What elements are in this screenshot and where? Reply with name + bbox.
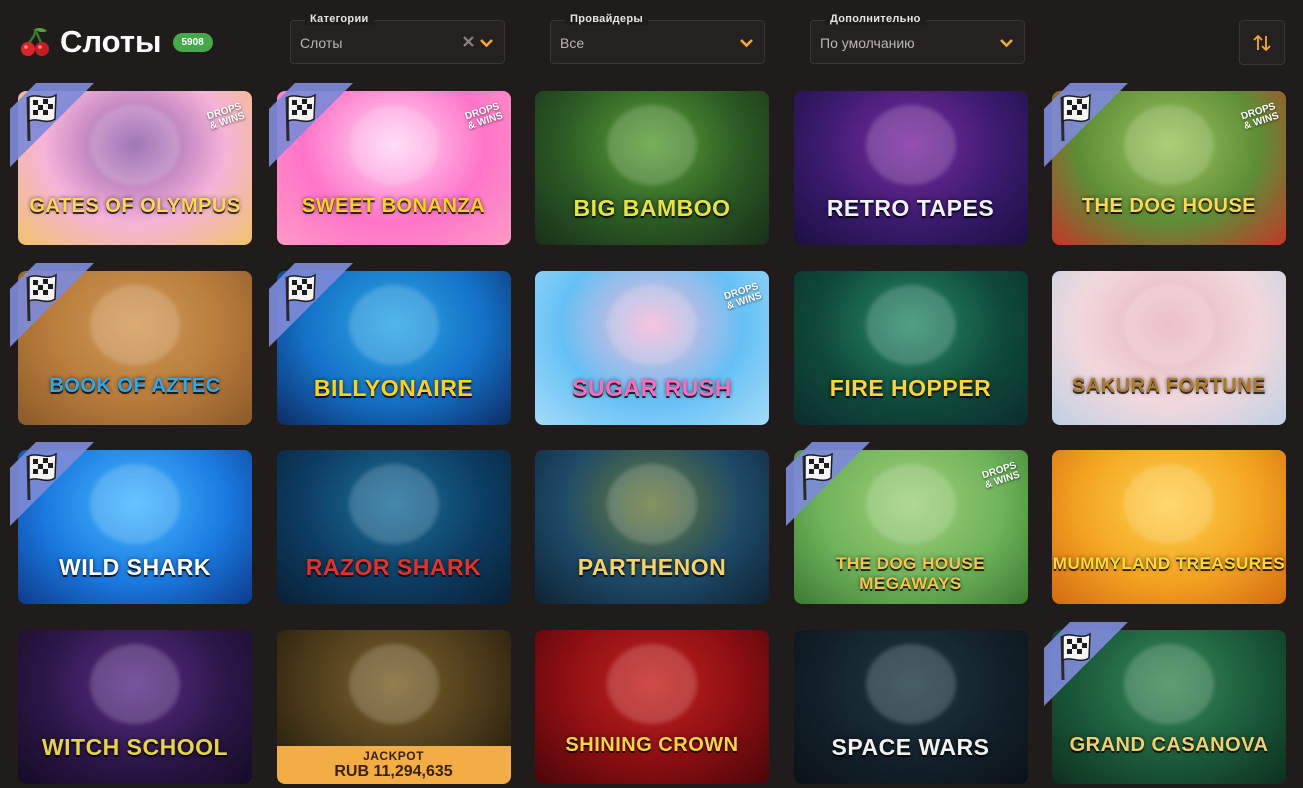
- game-tile[interactable]: MUMMYLAND TREASURES: [1052, 450, 1286, 604]
- cherry-icon: [18, 25, 52, 59]
- game-tile[interactable]: SHINING CROWN: [535, 629, 769, 784]
- game-artwork: [865, 284, 956, 365]
- category-filter-label: Категории: [305, 13, 374, 25]
- game-artwork: [90, 464, 180, 544]
- game-artwork: [1124, 464, 1214, 544]
- tournament-flag-icon: [10, 83, 94, 167]
- game-title: BIG BAMBOO: [573, 195, 731, 221]
- game-title: SHINING CROWN: [565, 733, 739, 756]
- game-tile[interactable]: RAZOR SHARK: [276, 450, 511, 604]
- game-artwork: [865, 105, 956, 185]
- game-tile[interactable]: FIRE HOPPER: [793, 270, 1028, 425]
- page-title: Слоты: [60, 24, 162, 59]
- game-tile[interactable]: SPACE WARS: [793, 629, 1028, 784]
- title-area: Слоты 5908: [18, 22, 213, 62]
- game-title: PARTHENON: [577, 554, 727, 580]
- tournament-flag-icon: [1044, 621, 1128, 706]
- provider-filter[interactable]: Провайдеры Все: [550, 13, 765, 64]
- game-artwork: [607, 284, 697, 365]
- game-title: SAKURA FORTUNE: [1071, 374, 1267, 397]
- game-tile[interactable]: Sugar Rush DROPS & WINS: [535, 270, 769, 425]
- game-title: FIRE HOPPER: [829, 374, 992, 401]
- sort-filter-value: По умолчанию: [820, 35, 915, 51]
- game-tile[interactable]: SAKURA FORTUNE: [1052, 270, 1286, 425]
- drops-wins-badge: DROPS & WINS: [464, 101, 505, 132]
- sort-order-button[interactable]: [1239, 20, 1285, 65]
- game-count-badge: 5908: [172, 32, 213, 52]
- game-artwork: [348, 464, 439, 544]
- sort-filter[interactable]: Дополнительно По умолчанию: [810, 13, 1025, 64]
- game-tile[interactable]: WITCH SCHOOL: [18, 629, 252, 784]
- game-artwork: [607, 643, 697, 724]
- sort-filter-label: Дополнительно: [825, 13, 926, 25]
- game-title: WITCH SCHOOL: [41, 733, 229, 760]
- game-artwork: [90, 284, 180, 365]
- game-tile[interactable]: RETRO TAPES: [793, 91, 1028, 245]
- clear-icon[interactable]: [461, 34, 476, 49]
- game-tile[interactable]: JACKPOT RUB 11,294,635: [276, 629, 511, 784]
- tournament-flag-icon: [268, 262, 353, 347]
- jackpot-label: JACKPOT: [363, 748, 424, 763]
- game-artwork: [865, 464, 956, 544]
- game-artwork: [1124, 643, 1214, 724]
- game-artwork: [1124, 284, 1214, 365]
- chevron-down-icon: [480, 39, 493, 48]
- tournament-flag-icon: [268, 83, 353, 167]
- provider-filter-label: Провайдеры: [565, 13, 649, 25]
- tournament-flag-icon: [785, 442, 870, 526]
- game-tile[interactable]: BIG BAMBOO: [535, 91, 769, 245]
- game-title: SPACE WARS: [831, 733, 990, 760]
- sort-arrows-icon: [1253, 34, 1271, 51]
- chevron-down-icon: [1000, 39, 1013, 48]
- category-filter-value: Слоты: [300, 35, 343, 51]
- game-artwork: [607, 105, 697, 185]
- game-artwork: [865, 643, 956, 724]
- tournament-flag-icon: [1044, 83, 1128, 167]
- game-artwork: [90, 643, 180, 724]
- game-title: BILLYONAIRE: [313, 374, 474, 401]
- provider-filter-value: Все: [560, 35, 585, 51]
- drops-wins-badge: DROPS & WINS: [723, 281, 764, 312]
- game-title: WILD SHARK: [59, 554, 211, 580]
- game-title: BOOK OF AZTEC: [49, 374, 221, 397]
- drops-wins-badge: DROPS & WINS: [206, 101, 247, 132]
- tournament-flag-icon: [10, 442, 94, 526]
- game-tile[interactable]: PARTHENON: [535, 450, 769, 604]
- game-title: SWEET BONANZA: [301, 195, 486, 217]
- game-artwork: [348, 643, 439, 724]
- game-title: THE DOG HOUSE MEGAWAYS: [835, 554, 986, 593]
- jackpot-bar: JACKPOT RUB 11,294,635: [276, 745, 511, 784]
- game-artwork: [607, 464, 697, 544]
- game-artwork: [348, 105, 439, 185]
- game-title: RAZOR SHARK: [305, 554, 482, 580]
- game-title: Grand Casanova: [1069, 733, 1269, 756]
- game-title: THE DOG HOUSE: [1081, 195, 1257, 217]
- game-artwork: [90, 105, 180, 185]
- drops-wins-badge: DROPS & WINS: [1240, 101, 1281, 132]
- game-title: Sugar Rush: [572, 374, 732, 401]
- tournament-flag-icon: [10, 262, 94, 347]
- game-title: RETRO TAPES: [826, 195, 995, 221]
- game-artwork: [348, 284, 439, 365]
- jackpot-amount: RUB 11,294,635: [334, 762, 453, 780]
- game-title: GATES of OLYMPUS: [29, 195, 241, 217]
- category-filter[interactable]: Категории Слоты: [290, 13, 505, 64]
- page-header: Слоты 5908 Категории Слоты Провайдеры Вс…: [0, 0, 1303, 80]
- game-artwork: [1124, 105, 1214, 185]
- chevron-down-icon: [740, 39, 753, 48]
- drops-wins-badge: DROPS & WINS: [981, 460, 1022, 491]
- game-title: MUMMYLAND TREASURES: [1052, 554, 1286, 573]
